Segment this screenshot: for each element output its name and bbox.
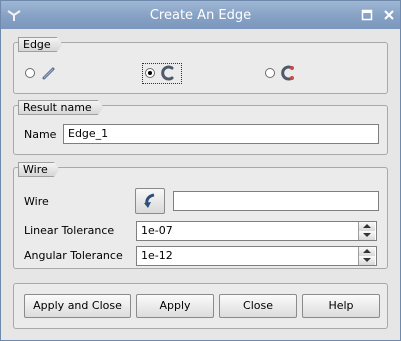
angular-tolerance-label: Angular Tolerance [24,249,123,262]
linear-tolerance-spinbox[interactable]: 1e-07 [136,221,377,241]
wire-input[interactable] [173,191,379,211]
spin-down-icon[interactable] [358,256,375,265]
create-edge-dialog: Create An Edge Edge Result name Name Edg… [0,0,401,341]
linear-tolerance-value: 1e-07 [141,224,173,237]
title-bar: Create An Edge [1,1,400,29]
angular-tolerance-value: 1e-12 [141,249,173,262]
edge-group-label: Edge [18,37,63,52]
linear-tolerance-stepper[interactable] [358,222,375,240]
name-input[interactable]: Edge_1 [63,124,379,144]
result-name-group-label: Result name [18,100,104,115]
select-arrow-icon [144,193,155,208]
edge-option-1-radio[interactable] [25,68,35,78]
wire-label: Wire [24,195,49,208]
window-title: Create An Edge [149,8,252,23]
angular-tolerance-stepper[interactable] [358,247,375,265]
maximize-icon[interactable] [361,9,373,21]
angular-tolerance-spinbox[interactable]: 1e-12 [136,246,377,266]
edge-option-3-radio[interactable] [265,68,275,78]
wire-group: Wire Wire Linear Tolerance 1e-07 Angular… [13,167,388,269]
curve-edge-icon [281,65,294,81]
buttons-group: Apply and Close Apply Close Help [13,283,388,329]
apply-button[interactable]: Apply [136,294,214,318]
close-icon[interactable] [383,9,395,21]
segment-edge-icon [42,67,55,80]
help-button[interactable]: Help [302,294,380,318]
name-label: Name [24,128,57,141]
arc-edge-icon [161,65,174,81]
edge-group: Edge [13,42,388,94]
edge-option-2-radio[interactable] [145,68,155,78]
close-button[interactable]: Close [219,294,297,318]
spin-down-icon[interactable] [358,231,375,240]
linear-tolerance-label: Linear Tolerance [24,224,115,237]
result-name-group: Result name Name Edge_1 [13,105,388,155]
spin-up-icon[interactable] [358,222,375,231]
apply-and-close-button[interactable]: Apply and Close [24,294,131,318]
wire-group-label: Wire [18,162,60,177]
spin-up-icon[interactable] [358,247,375,256]
wire-select-button[interactable] [135,188,165,214]
